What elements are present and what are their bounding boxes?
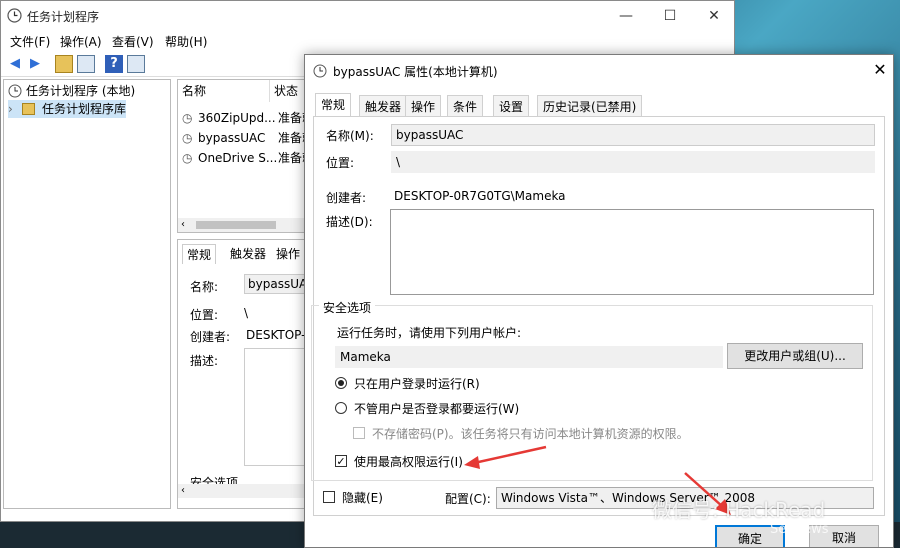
tree-item-library[interactable]: › 任务计划程序库 xyxy=(8,100,126,118)
detail-author-value: DESKTOP-( xyxy=(246,328,307,342)
menu-file[interactable]: 文件(F) xyxy=(10,33,50,50)
detail-name-field[interactable]: bypassUAC xyxy=(244,274,306,294)
scroll-thumb[interactable] xyxy=(196,221,276,229)
action-pane-icon[interactable] xyxy=(127,55,145,73)
folder-icon xyxy=(22,103,35,115)
detail-desc-label: 描述: xyxy=(190,354,219,368)
horizontal-scrollbar[interactable]: ‹ xyxy=(178,484,306,498)
dialog-title: bypassUAC 属性(本地计算机) xyxy=(333,65,498,79)
clock-icon xyxy=(8,84,22,98)
location-value: \ xyxy=(391,151,875,173)
tab-general[interactable]: 常规 xyxy=(315,93,352,117)
task-detail-pane: 常规 触发器 操作 名称: bypassUAC 位置: \ 创建者: DESKT… xyxy=(177,239,307,509)
no-store-password-label: 不存储密码(P)。该任务将只有访问本地计算机资源的权限。 xyxy=(372,427,689,441)
annotation-arrow xyxy=(464,445,547,469)
detail-name-label: 名称: xyxy=(190,280,219,294)
radio-logged-on-only[interactable] xyxy=(335,377,347,389)
watermark-sub: SecNews xyxy=(770,522,829,537)
column-header-name[interactable]: 名称 xyxy=(178,80,270,102)
minimize-button[interactable]: — xyxy=(603,1,649,31)
tab-history[interactable]: 历史记录(已禁用) xyxy=(537,95,643,117)
clock-icon: ◷ xyxy=(182,131,193,145)
tab-triggers[interactable]: 触发器 xyxy=(226,244,270,264)
detail-author-label: 创建者: xyxy=(190,330,231,344)
dialog-close-button[interactable]: ✕ xyxy=(867,57,893,83)
back-arrow-icon[interactable]: ◀ xyxy=(6,55,24,73)
table-row[interactable]: ◷ bypassUAC 准备就 xyxy=(182,128,306,148)
detail-location-label: 位置: xyxy=(190,308,219,322)
run-as-user: Mameka xyxy=(335,346,723,368)
security-options-legend: 安全选项 xyxy=(319,299,376,316)
name-field[interactable]: bypassUAC xyxy=(391,124,875,146)
scroll-left-icon[interactable]: ‹ xyxy=(181,218,185,232)
clock-icon: ◷ xyxy=(182,151,193,165)
name-label: 名称(M): xyxy=(326,129,374,143)
detail-desc-box[interactable] xyxy=(244,348,306,466)
radio-run-whether-logged-on[interactable] xyxy=(335,402,347,414)
detail-location-value: \ xyxy=(244,306,249,320)
change-user-button[interactable]: 更改用户或组(U)... xyxy=(727,343,863,369)
description-label: 描述(D): xyxy=(326,215,373,229)
author-value: DESKTOP-0R7G0TG\Mameka xyxy=(394,189,566,203)
clock-icon xyxy=(7,8,22,23)
title-bar[interactable]: 任务计划程序 — ☐ ✕ xyxy=(1,1,734,31)
task-list: 名称 状态 ◷ 360ZipUpd... 准备就 ◷ bypassUAC 准备就… xyxy=(177,79,307,233)
maximize-button[interactable]: ☐ xyxy=(647,1,693,31)
column-header-status[interactable]: 状态 xyxy=(270,80,306,102)
properties-dialog: bypassUAC 属性(本地计算机) ✕ 常规 触发器 操作 条件 设置 历史… xyxy=(304,54,894,548)
location-label: 位置: xyxy=(326,156,355,170)
hidden-checkbox[interactable] xyxy=(323,491,335,503)
expand-chevron-icon[interactable]: › xyxy=(8,100,13,118)
menu-bar: 文件(F) 操作(A) 查看(V) 帮助(H) xyxy=(1,31,734,51)
run-as-prompt: 运行任务时，请使用下列用户帐户: xyxy=(337,326,522,340)
scroll-left-icon[interactable]: ‹ xyxy=(181,484,185,498)
table-row[interactable]: ◷ OneDrive S... 准备就 xyxy=(182,148,306,168)
radio-whether-label[interactable]: 不管用户是否登录都要运行(W) xyxy=(354,400,519,417)
highest-privileges-checkbox[interactable]: ✓ xyxy=(335,455,347,467)
author-label: 创建者: xyxy=(326,191,367,205)
menu-action[interactable]: 操作(A) xyxy=(60,33,102,50)
config-label: 配置(C): xyxy=(445,492,491,506)
table-row[interactable]: ◷ 360ZipUpd... 准备就 xyxy=(182,108,306,128)
highest-privileges-label[interactable]: 使用最高权限运行(I) xyxy=(354,453,463,470)
show-pane-icon[interactable] xyxy=(77,55,95,73)
tree-root-label: 任务计划程序 (本地) xyxy=(26,84,136,98)
hidden-label[interactable]: 隐藏(E) xyxy=(342,489,383,506)
tab-settings[interactable]: 设置 xyxy=(493,95,530,117)
tree-library-label: 任务计划程序库 xyxy=(42,102,127,116)
close-button[interactable]: ✕ xyxy=(691,1,737,31)
watermark: 微信号: HackRead xyxy=(652,498,826,522)
navigation-tree: 任务计划程序 (本地) › 任务计划程序库 xyxy=(3,79,171,509)
no-store-password-checkbox[interactable] xyxy=(353,427,365,439)
radio-logged-on-label[interactable]: 只在用户登录时运行(R) xyxy=(354,375,480,392)
forward-arrow-icon[interactable]: ▶ xyxy=(26,55,44,73)
tab-general[interactable]: 常规 xyxy=(182,244,217,264)
tab-conditions[interactable]: 条件 xyxy=(447,95,484,117)
menu-help[interactable]: 帮助(H) xyxy=(165,33,207,50)
menu-view[interactable]: 查看(V) xyxy=(112,33,154,50)
horizontal-scrollbar[interactable]: ‹ xyxy=(178,218,306,232)
help-icon[interactable]: ? xyxy=(105,55,123,73)
tab-actions[interactable]: 操作 xyxy=(405,95,442,117)
description-textarea[interactable] xyxy=(390,209,874,295)
folder-up-icon[interactable] xyxy=(55,55,73,73)
tab-triggers[interactable]: 触发器 xyxy=(359,95,408,117)
tab-actions[interactable]: 操作 xyxy=(272,244,304,264)
clock-icon xyxy=(313,64,327,78)
window-title: 任务计划程序 xyxy=(27,10,100,24)
clock-icon: ◷ xyxy=(182,111,193,125)
